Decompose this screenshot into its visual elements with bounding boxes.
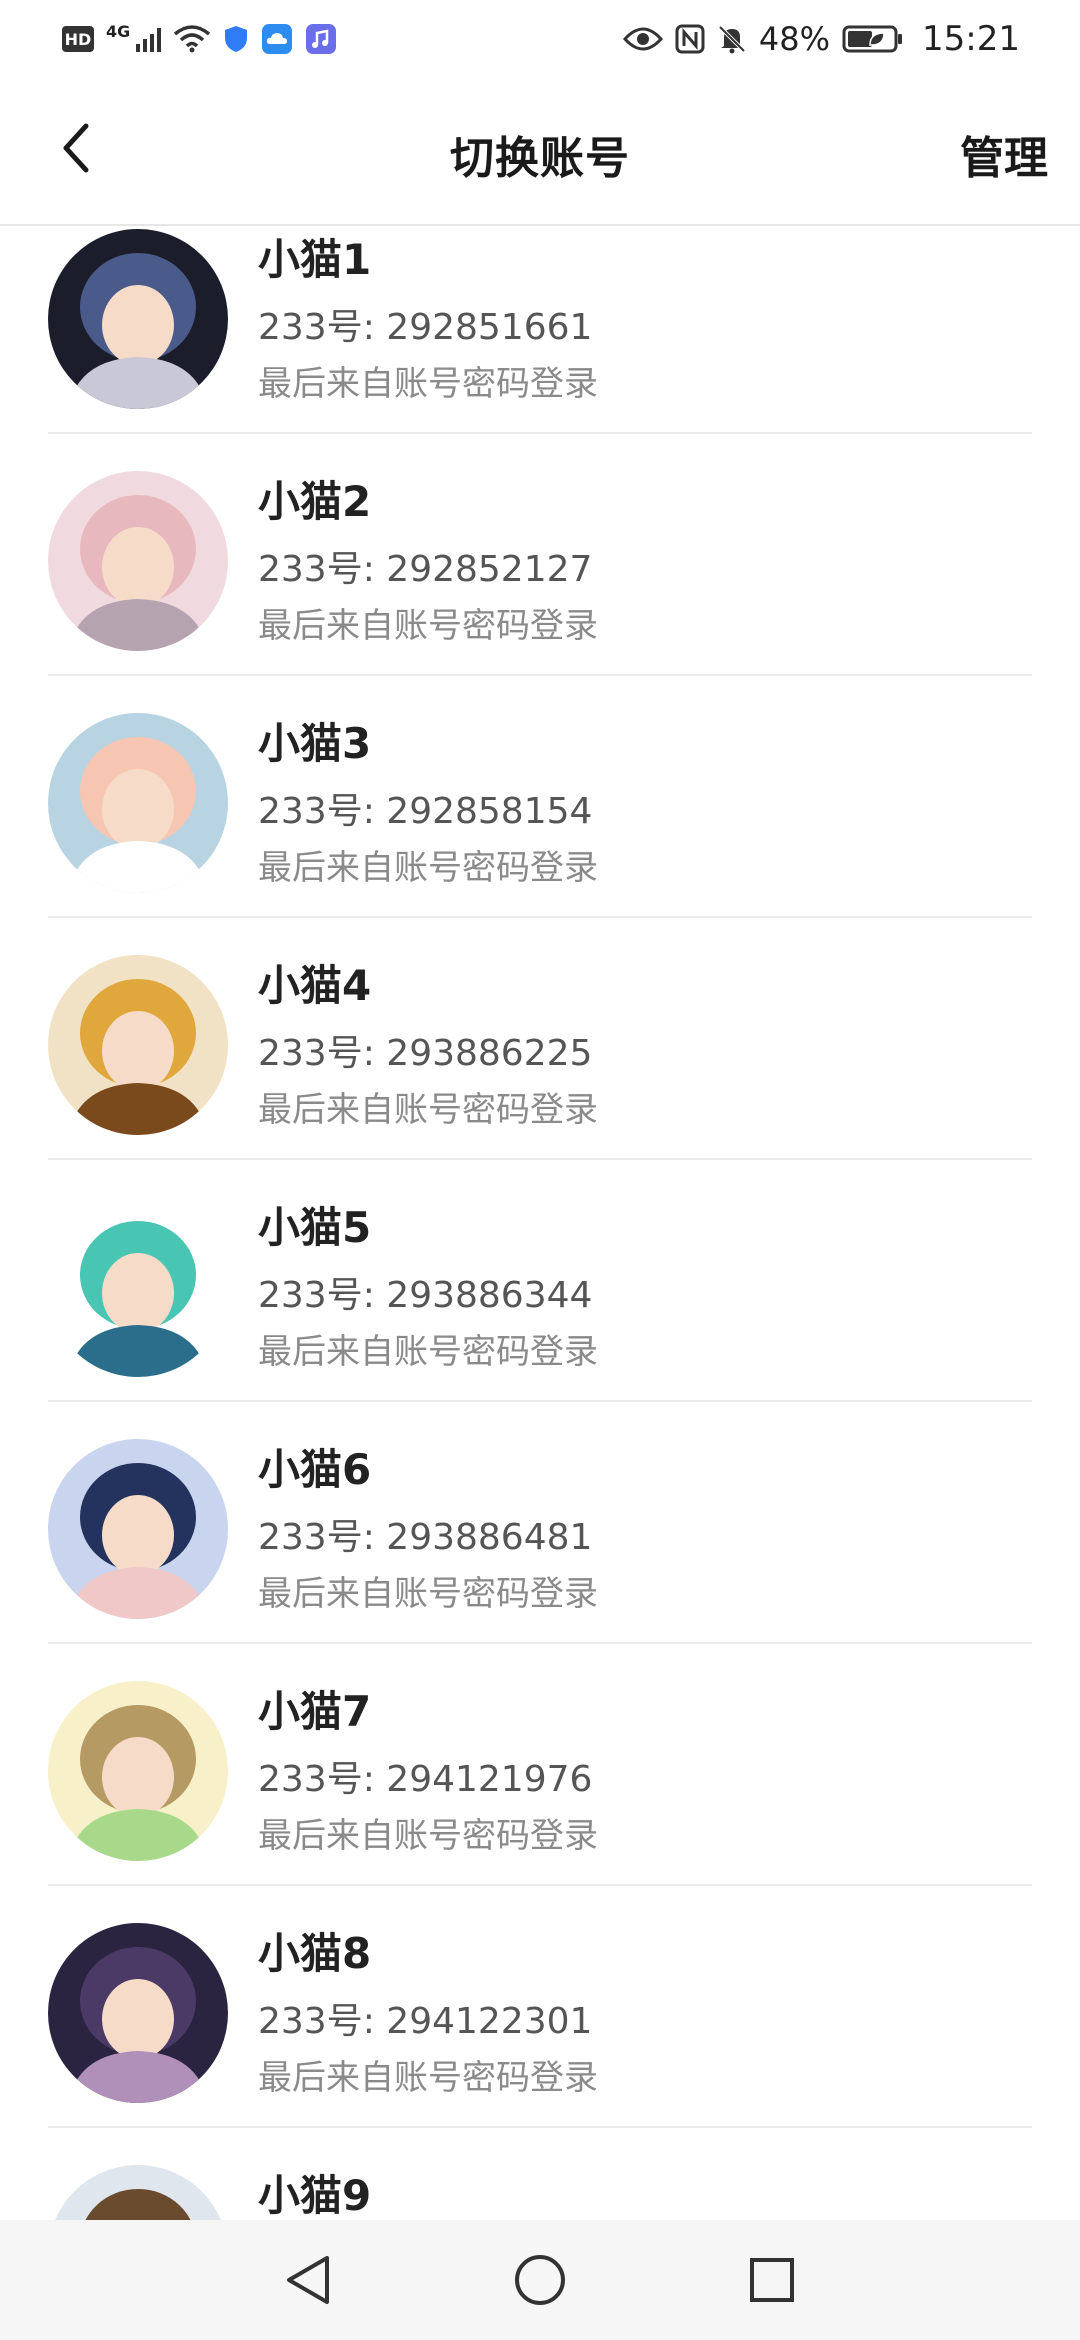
login-source: 最后来自账号密码登录: [258, 848, 598, 888]
wifi-icon: [173, 24, 211, 54]
account-row-6[interactable]: 小猫6 233号: 293886481 最后来自账号密码登录: [48, 1402, 1032, 1644]
status-bar: HD 4G 48% 15:21: [0, 0, 1080, 78]
clock-time: 15:21: [922, 19, 1020, 59]
eye-icon: [622, 25, 663, 53]
login-source: 最后来自账号密码登录: [258, 1574, 598, 1614]
system-nav-bar: [0, 2220, 1080, 2340]
account-id: 233号: 293886481: [258, 1517, 593, 1558]
music-icon: [305, 23, 337, 55]
account-id: 233号: 292852127: [258, 549, 593, 590]
account-row-1[interactable]: 小猫1 233号: 292851661 最后来自账号密码登录: [48, 226, 1032, 434]
page-title: 切换账号: [450, 133, 630, 184]
account-row-7[interactable]: 小猫7 233号: 294121976 最后来自账号密码登录: [48, 1644, 1032, 1886]
login-source: 最后来自账号密码登录: [258, 1332, 598, 1372]
battery-icon: [842, 24, 904, 54]
battery-percent: 48%: [758, 20, 831, 58]
manage-button[interactable]: 管理: [960, 122, 1048, 186]
account-name: 小猫1: [258, 235, 372, 284]
account-row-8[interactable]: 小猫8 233号: 294122301 最后来自账号密码登录: [48, 1886, 1032, 2128]
account-name: 小猫8: [258, 1929, 372, 1978]
account-row-4[interactable]: 小猫4 233号: 293886225 最后来自账号密码登录: [48, 918, 1032, 1160]
login-source: 最后来自账号密码登录: [258, 364, 598, 404]
account-list-inner: 小猫1 233号: 292851661 最后来自账号密码登录 小猫2 233号:…: [0, 226, 1080, 2220]
account-name: 小猫4: [258, 961, 372, 1010]
account-row-9[interactable]: 小猫9: [48, 2128, 1032, 2220]
hd-badge: HD: [62, 26, 94, 52]
avatar: [48, 1439, 228, 1619]
avatar: [48, 955, 228, 1135]
account-id: 233号: 294121976: [258, 1759, 593, 1800]
account-row-2[interactable]: 小猫2 233号: 292852127 最后来自账号密码登录: [48, 434, 1032, 676]
app-header: 切换账号 管理: [0, 78, 1080, 226]
avatar: [48, 2165, 228, 2220]
login-source: 最后来自账号密码登录: [258, 1090, 598, 1130]
avatar: [48, 1197, 228, 1377]
network-type: 4G: [106, 21, 131, 41]
cloud-icon: [261, 23, 293, 55]
status-left: HD 4G: [62, 21, 337, 55]
bell-off-icon: [717, 24, 747, 54]
account-name: 小猫5: [258, 1203, 372, 1252]
account-name: 小猫7: [258, 1687, 372, 1736]
account-name: 小猫6: [258, 1445, 372, 1494]
login-source: 最后来自账号密码登录: [258, 1816, 598, 1856]
avatar: [48, 229, 228, 409]
shield-icon: [223, 24, 249, 54]
nfc-icon: [675, 24, 705, 54]
account-id: 233号: 294122301: [258, 2001, 593, 2042]
avatar: [48, 1923, 228, 2103]
status-right: 48% 15:21: [622, 19, 1020, 59]
avatar: [48, 1681, 228, 1861]
account-id: 233号: 292858154: [258, 791, 593, 832]
account-row-3[interactable]: 小猫3 233号: 292858154 最后来自账号密码登录: [48, 676, 1032, 918]
signal-icon: [136, 26, 162, 52]
account-id: 233号: 292851661: [258, 307, 593, 348]
nav-back-icon[interactable]: [272, 2244, 344, 2316]
account-name: 小猫9: [258, 2171, 372, 2220]
account-row-5[interactable]: 小猫5 233号: 293886344 最后来自账号密码登录: [48, 1160, 1032, 1402]
avatar: [48, 713, 228, 893]
avatar: [48, 471, 228, 651]
login-source: 最后来自账号密码登录: [258, 2058, 598, 2098]
account-name: 小猫3: [258, 719, 372, 768]
account-name: 小猫2: [258, 477, 372, 526]
nav-recents-icon[interactable]: [736, 2244, 808, 2316]
account-id: 233号: 293886225: [258, 1033, 593, 1074]
account-id: 233号: 293886344: [258, 1275, 593, 1316]
nav-home-icon[interactable]: [504, 2244, 576, 2316]
account-list[interactable]: 小猫1 233号: 292851661 最后来自账号密码登录 小猫2 233号:…: [0, 226, 1080, 2220]
switch-account-screen: HD 4G 48% 15:21 切换账号 管理 小猫1 233号: 292851…: [0, 0, 1080, 2340]
login-source: 最后来自账号密码登录: [258, 606, 598, 646]
